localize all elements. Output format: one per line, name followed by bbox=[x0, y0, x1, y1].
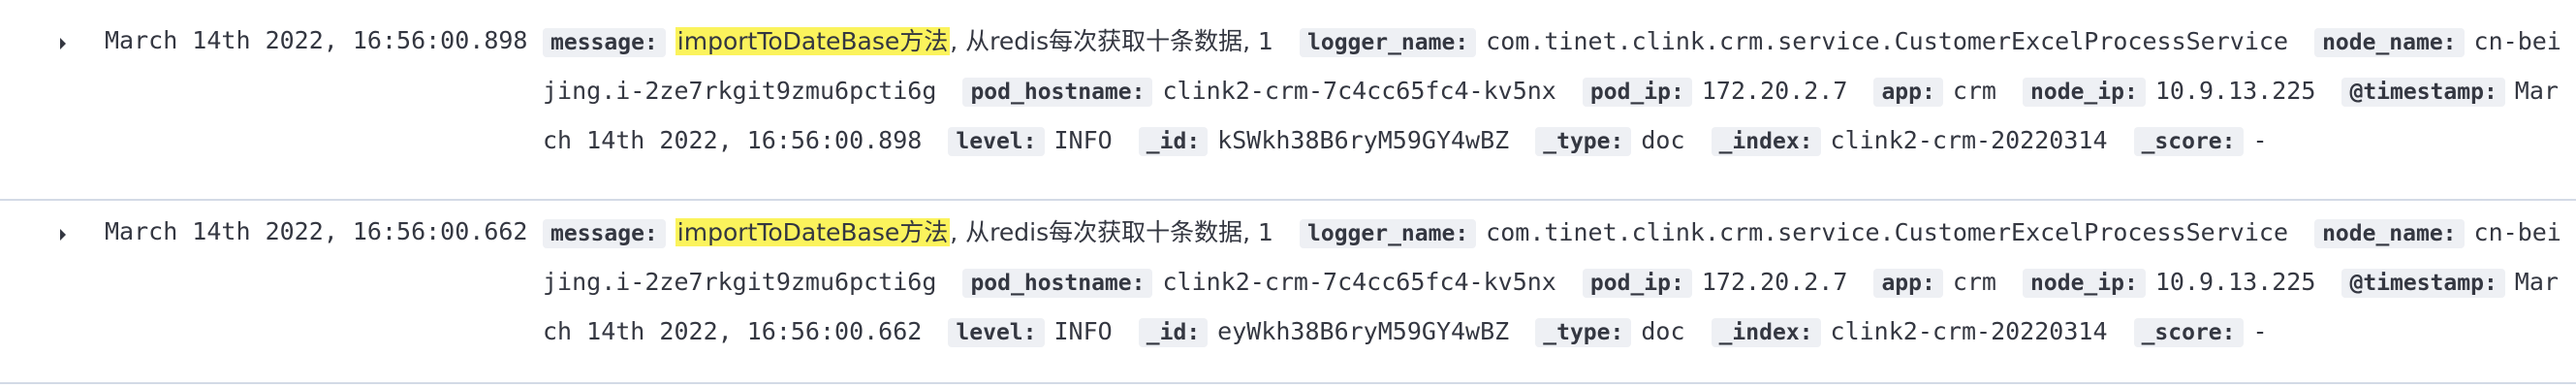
field-key: _index: bbox=[1711, 127, 1821, 156]
source-cell: message: importToDateBase方法, 从redis每次获取十条… bbox=[543, 209, 2568, 357]
message-text: , 从redis每次获取十条数据, 1 bbox=[950, 27, 1273, 55]
field-value: eyWkh38B6ryM59GY4wBZ bbox=[1217, 317, 1510, 345]
field-key: logger_name: bbox=[1300, 219, 1477, 248]
field-value: 10.9.13.225 bbox=[2154, 268, 2316, 296]
field-key: _id: bbox=[1138, 318, 1209, 347]
discover-doc-table: March 14th 2022, 16:56:00.898 message: im… bbox=[0, 0, 2576, 388]
field-value: - bbox=[2252, 126, 2268, 154]
field-value: doc bbox=[1641, 126, 1685, 154]
expand-row-button[interactable] bbox=[50, 222, 76, 247]
field-value: crm bbox=[1952, 268, 1996, 296]
field-key: pod_hostname: bbox=[962, 269, 1153, 298]
field-value: com.tinet.clink.crm.service.CustomerExce… bbox=[1486, 27, 2288, 55]
field-value: clink2-crm-7c4cc65fc4-kv5nx bbox=[1162, 77, 1556, 105]
field-value: 172.20.2.7 bbox=[1701, 77, 1848, 105]
field-key: _index: bbox=[1711, 318, 1821, 347]
field-key: level: bbox=[948, 127, 1045, 156]
field-value: 10.9.13.225 bbox=[2154, 77, 2316, 105]
chevron-right-icon bbox=[60, 38, 66, 49]
message-text: , 从redis每次获取十条数据, 1 bbox=[950, 218, 1273, 246]
field-key: app: bbox=[1873, 269, 1943, 298]
field-key: pod_ip: bbox=[1582, 269, 1692, 298]
field-key: level: bbox=[948, 318, 1045, 347]
field-key: node_ip: bbox=[2023, 78, 2146, 107]
field-key: app: bbox=[1873, 78, 1943, 107]
field-value-message: importToDateBase方法, 从redis每次获取十条数据, 1 bbox=[675, 218, 1273, 246]
time-cell[interactable]: March 14th 2022, 16:56:00.898 bbox=[105, 25, 528, 56]
field-value-message: importToDateBase方法, 从redis每次获取十条数据, 1 bbox=[675, 27, 1273, 55]
expand-row-button[interactable] bbox=[50, 31, 76, 56]
time-cell[interactable]: March 14th 2022, 16:56:00.662 bbox=[105, 216, 528, 247]
field-value: doc bbox=[1641, 317, 1685, 345]
field-value: kSWkh38B6ryM59GY4wBZ bbox=[1217, 126, 1510, 154]
chevron-right-icon bbox=[60, 229, 66, 241]
field-value: INFO bbox=[1053, 126, 1113, 154]
field-key: pod_hostname: bbox=[962, 78, 1153, 107]
table-row: March 14th 2022, 16:56:00.662 message: im… bbox=[0, 209, 2576, 383]
field-key-message: message: bbox=[543, 28, 666, 57]
field-value: clink2-crm-20220314 bbox=[1830, 317, 2108, 345]
field-value: clink2-crm-20220314 bbox=[1830, 126, 2108, 154]
field-value: com.tinet.clink.crm.service.CustomerExce… bbox=[1486, 218, 2288, 246]
field-key: node_ip: bbox=[2023, 269, 2146, 298]
row-divider bbox=[0, 199, 2576, 201]
field-value: clink2-crm-7c4cc65fc4-kv5nx bbox=[1162, 268, 1556, 296]
field-value: 172.20.2.7 bbox=[1701, 268, 1848, 296]
field-key: _type: bbox=[1535, 127, 1632, 156]
field-key-message: message: bbox=[543, 219, 666, 248]
search-highlight: importToDateBase方法 bbox=[675, 27, 951, 55]
table-row: March 14th 2022, 16:56:00.898 message: im… bbox=[0, 17, 2576, 192]
field-key: node_name: bbox=[2314, 219, 2465, 248]
field-key: _score: bbox=[2133, 318, 2244, 347]
field-key: node_name: bbox=[2314, 28, 2465, 57]
field-key: _id: bbox=[1138, 127, 1209, 156]
source-cell: message: importToDateBase方法, 从redis每次获取十条… bbox=[543, 17, 2568, 166]
field-key: pod_ip: bbox=[1582, 78, 1692, 107]
search-highlight: importToDateBase方法 bbox=[675, 218, 951, 246]
row-divider bbox=[0, 382, 2576, 384]
field-key: _score: bbox=[2133, 127, 2244, 156]
field-key: @timestamp: bbox=[2341, 269, 2505, 298]
field-value: - bbox=[2252, 317, 2268, 345]
field-key: logger_name: bbox=[1300, 28, 1477, 57]
field-key: @timestamp: bbox=[2341, 78, 2505, 107]
field-value: INFO bbox=[1053, 317, 1113, 345]
field-value: crm bbox=[1952, 77, 1996, 105]
field-key: _type: bbox=[1535, 318, 1632, 347]
